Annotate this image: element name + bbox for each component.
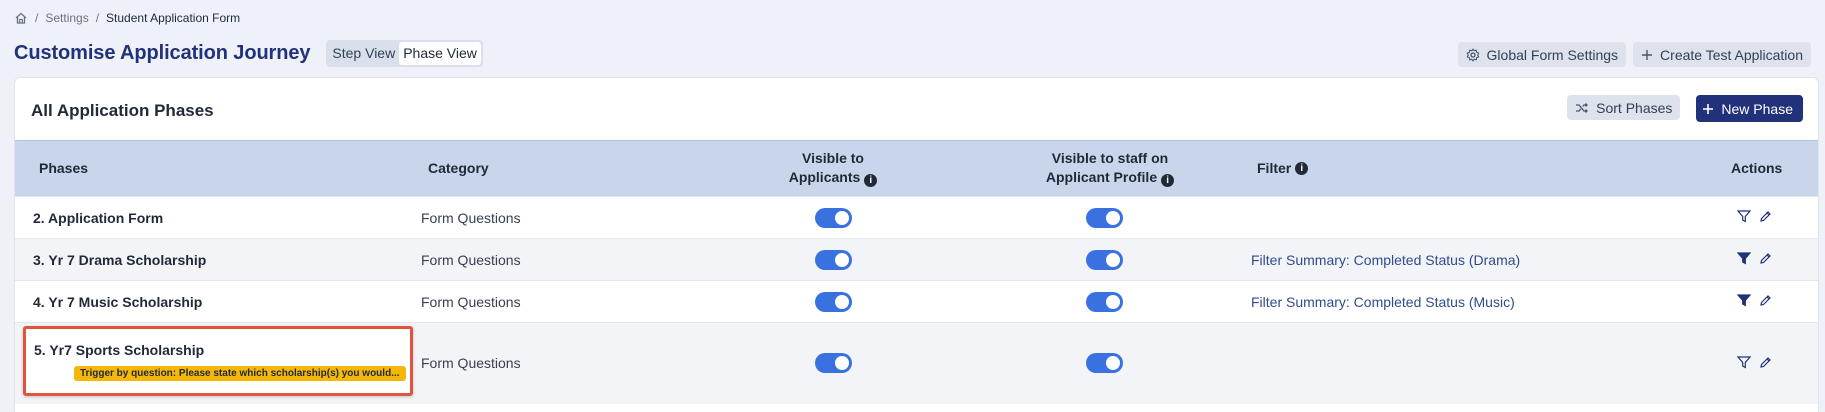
card-title: All Application Phases [31,101,214,120]
filter-summary-link[interactable]: Filter Summary: Completed Status (Drama) [1251,239,1520,280]
table-row: 2. Application Form Form Questions [15,196,1818,238]
visible-staff-toggle[interactable] [1086,250,1123,270]
row-actions [1736,356,1772,372]
edit-pencil-icon[interactable] [1759,356,1772,372]
global-form-settings-button[interactable]: Global Form Settings [1457,42,1627,67]
visible-staff-toggle[interactable] [1086,208,1123,228]
breadcrumb-settings[interactable]: Settings [45,11,88,25]
create-test-application-button[interactable]: Create Test Application [1633,42,1811,67]
header-visible-applicants: Visible to Applicants i [763,149,903,187]
sort-phases-button[interactable]: Sort Phases [1567,95,1681,120]
sort-phases-label: Sort Phases [1596,99,1673,116]
header-visible-applicants-text: Applicants [788,169,861,185]
plus-icon [1702,100,1714,118]
highlighted-phase-cell: 5. Yr7 Sports Scholarship Trigger by que… [23,326,413,396]
header-visible-applicants-line2: Applicants i [789,168,878,187]
phase-category: Form Questions [421,355,521,371]
filter-active-icon[interactable] [1736,252,1752,268]
header-visible-staff-line1: Visible to staff on [1051,150,1169,166]
phase-category: Form Questions [421,293,521,310]
phase-name: 2. Application Form [33,209,164,226]
phases-card: All Application Phases Sort Phases New P… [14,77,1819,412]
filter-active-icon[interactable] [1736,294,1752,310]
visible-applicants-toggle[interactable] [815,292,852,312]
header-phases: Phases [39,160,89,176]
top-actions: Global Form Settings Create Test Applica… [1457,42,1811,67]
visible-applicants-toggle[interactable] [815,250,852,270]
info-icon[interactable]: i [1295,162,1309,175]
breadcrumb: / Settings / Student Application Form [14,11,240,25]
filter-icon[interactable] [1736,210,1752,226]
global-form-settings-label: Global Form Settings [1486,46,1619,63]
table-row: 3. Yr 7 Drama Scholarship Form Questions… [15,238,1818,280]
gear-icon [1466,47,1480,62]
shuffle-icon [1575,102,1589,114]
visible-applicants-toggle[interactable] [815,353,852,373]
phase-name: 5. Yr7 Sports Scholarship [34,342,205,358]
card-actions: Sort Phases New Phase [1567,95,1803,122]
row-actions [1736,294,1772,310]
visible-staff-toggle[interactable] [1086,292,1123,312]
table-row: 5. Yr7 Sports Scholarship Trigger by que… [15,322,1818,404]
breadcrumb-separator: / [35,11,39,25]
phase-name: 4. Yr 7 Music Scholarship [33,293,203,310]
info-icon[interactable]: i [864,174,878,187]
header-category: Category [428,160,489,176]
filter-summary-link[interactable]: Filter Summary: Completed Status (Music) [1251,281,1515,322]
row-actions [1736,252,1772,268]
header-actions: Actions [1731,160,1783,176]
trigger-badge: Trigger by question: Please state which … [74,366,406,381]
edit-pencil-icon[interactable] [1759,294,1772,310]
title-row: Customise Application Journey Step View … [14,40,483,67]
header-filter: Filter i [1257,159,1309,178]
create-test-application-label: Create Test Application [1660,46,1803,63]
phase-name: 3. Yr 7 Drama Scholarship [33,251,207,268]
page-title: Customise Application Journey [14,42,311,64]
header-visible-staff-line2: Applicant Profile i [1045,168,1175,187]
info-icon[interactable]: i [1161,174,1175,187]
phase-view-tab[interactable]: Phase View [399,42,481,65]
row-actions [1736,210,1772,226]
edit-pencil-icon[interactable] [1759,210,1772,226]
new-phase-label: New Phase [1721,100,1793,117]
header-visible-staff-text: Applicant Profile [1045,169,1158,185]
visible-applicants-toggle[interactable] [815,208,852,228]
header-filter-text: Filter [1257,160,1292,176]
breadcrumb-current: Student Application Form [106,11,241,25]
edit-pencil-icon[interactable] [1759,252,1772,268]
table-row: 4. Yr 7 Music Scholarship Form Questions… [15,280,1818,322]
new-phase-button[interactable]: New Phase [1696,95,1803,122]
step-view-tab[interactable]: Step View [328,42,399,65]
home-icon[interactable] [14,11,28,25]
header-visible-staff: Visible to staff on Applicant Profile i [1025,149,1195,187]
table-header: Phases Category Visible to Applicants i V… [15,140,1818,196]
phase-category: Form Questions [421,209,521,226]
phase-category: Form Questions [421,251,521,268]
visible-staff-toggle[interactable] [1086,353,1123,373]
filter-icon[interactable] [1736,356,1752,372]
header-visible-applicants-line1: Visible to [802,150,864,166]
breadcrumb-separator: / [95,11,100,25]
view-toggle: Step View Phase View [326,40,483,67]
plus-icon [1641,49,1653,61]
